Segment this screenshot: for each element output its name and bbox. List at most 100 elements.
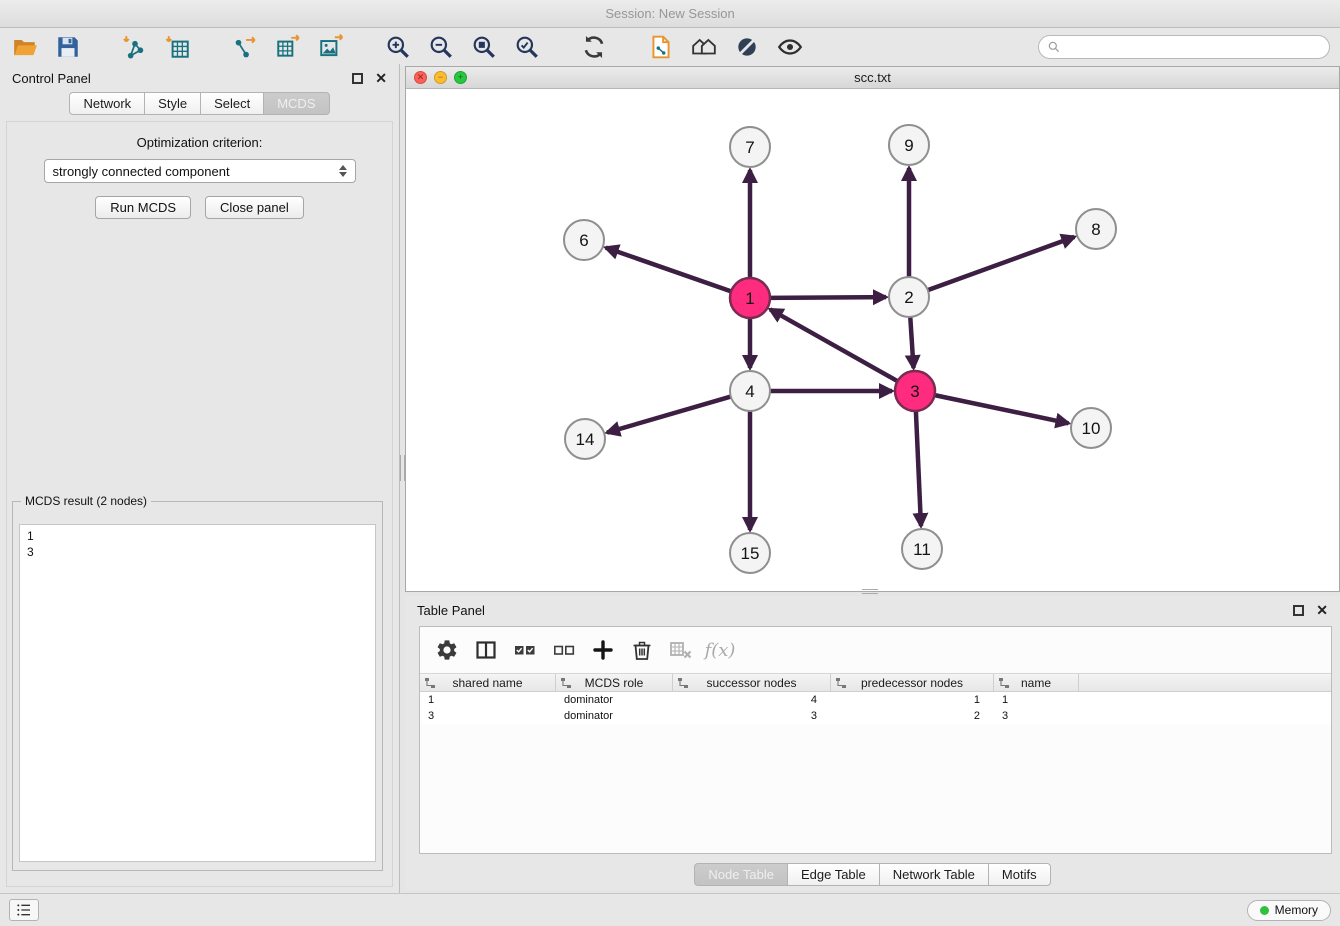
tab-network-table[interactable]: Network Table: [879, 863, 989, 886]
memory-label: Memory: [1275, 903, 1318, 917]
tab-select[interactable]: Select: [200, 92, 264, 115]
window-title: Session: New Session: [605, 6, 734, 21]
save-session-button[interactable]: [53, 32, 83, 62]
close-window-button[interactable]: ✕: [414, 71, 427, 84]
column-header-name[interactable]: name: [994, 674, 1079, 691]
tab-network[interactable]: Network: [69, 92, 145, 115]
zoom-in-icon: [385, 34, 411, 60]
tab-motifs[interactable]: Motifs: [988, 863, 1051, 886]
import-table-icon: [165, 34, 191, 60]
table-cell: 2: [831, 708, 994, 724]
table-cell: 1: [831, 692, 994, 708]
function-builder-button: f(x): [707, 637, 733, 663]
graph-node-label-11: 11: [913, 540, 931, 559]
show-graphics-button[interactable]: [775, 32, 805, 62]
add-column-button[interactable]: [590, 637, 616, 663]
table-panel-tabs: Node TableEdge TableNetwork TableMotifs: [405, 863, 1340, 886]
graph-node-label-7: 7: [745, 138, 754, 157]
graph-node-label-14: 14: [576, 430, 595, 449]
toolbar-buttons: [10, 32, 818, 62]
select-all-icon: [513, 638, 537, 662]
vertical-splitter-handle[interactable]: [400, 455, 405, 481]
list-icon: [16, 902, 32, 918]
column-header-successor-nodes[interactable]: successor nodes: [673, 674, 831, 691]
graph-node-label-8: 8: [1091, 220, 1100, 239]
control-panel-header: Control Panel ✕: [0, 64, 399, 92]
graph-node-label-15: 15: [741, 544, 760, 563]
edge-1-2[interactable]: [770, 297, 886, 298]
window-titlebar: Session: New Session: [0, 0, 1340, 28]
zoom-selected-button[interactable]: [512, 32, 542, 62]
table-cell: 4: [673, 692, 831, 708]
traffic-lights: ✕−+: [414, 67, 467, 88]
table-row[interactable]: 1dominator411: [420, 692, 1331, 708]
network-canvas[interactable]: 7968124314101511: [406, 89, 1339, 592]
export-image-button[interactable]: [316, 32, 346, 62]
zoom-fit-icon: [471, 34, 497, 60]
table-row[interactable]: 3dominator323: [420, 708, 1331, 724]
mcds-result-legend: MCDS result (2 nodes): [21, 494, 151, 508]
table-toolbar: f(x): [420, 627, 1331, 673]
table-panel-header: Table Panel ✕: [405, 596, 1340, 624]
zoom-out-button[interactable]: [426, 32, 456, 62]
import-table-button[interactable]: [163, 32, 193, 62]
horizontal-splitter-handle[interactable]: [862, 589, 878, 594]
float-panel-icon[interactable]: [352, 73, 363, 84]
column-header-label: name: [1021, 676, 1051, 690]
refresh-layout-button[interactable]: [579, 32, 609, 62]
task-history-button[interactable]: [9, 899, 39, 921]
import-network-icon: [122, 34, 148, 60]
zoom-fit-button[interactable]: [469, 32, 499, 62]
edge-4-14[interactable]: [607, 397, 731, 433]
fx-icon: f(x): [705, 640, 736, 661]
minimize-window-button[interactable]: −: [434, 71, 447, 84]
deselect-all-rows-button[interactable]: [551, 637, 577, 663]
edge-3-11[interactable]: [916, 411, 921, 526]
tab-edge-table[interactable]: Edge Table: [787, 863, 880, 886]
network-view-window: ✕−+ scc.txt 7968124314101511: [405, 66, 1340, 592]
import-network-button[interactable]: [120, 32, 150, 62]
select-all-rows-button[interactable]: [512, 637, 538, 663]
mcds-result-list[interactable]: 13: [19, 524, 376, 862]
memory-button[interactable]: Memory: [1247, 900, 1331, 921]
table-cell: 3: [994, 708, 1079, 724]
control-panel-tabs: NetworkStyleSelectMCDS: [0, 92, 399, 115]
graph-node-label-2: 2: [904, 288, 913, 307]
export-table-button[interactable]: [273, 32, 303, 62]
memory-status-dot: [1260, 906, 1269, 915]
tab-style[interactable]: Style: [144, 92, 201, 115]
edge-2-3[interactable]: [910, 317, 913, 368]
deselect-all-icon: [552, 638, 576, 662]
tab-mcds[interactable]: MCDS: [263, 92, 329, 115]
delete-column-button[interactable]: [629, 637, 655, 663]
zoom-in-button[interactable]: [383, 32, 413, 62]
hide-details-button[interactable]: [732, 32, 762, 62]
network-snapshot-button[interactable]: [646, 32, 676, 62]
edge-3-10[interactable]: [935, 395, 1069, 423]
float-table-panel-icon[interactable]: [1293, 605, 1304, 616]
table-cell: 1: [420, 692, 556, 708]
tab-node-table[interactable]: Node Table: [694, 863, 788, 886]
edge-3-1[interactable]: [770, 309, 898, 381]
edge-1-6[interactable]: [606, 248, 731, 292]
toggle-columns-button[interactable]: [473, 637, 499, 663]
zoom-out-icon: [428, 34, 454, 60]
edge-2-8[interactable]: [928, 237, 1075, 290]
delete-table-icon: [669, 638, 693, 662]
export-network-button[interactable]: [230, 32, 260, 62]
column-header-mcds-role[interactable]: MCDS role: [556, 674, 673, 691]
first-neighbors-button[interactable]: [689, 32, 719, 62]
close-table-panel-icon[interactable]: ✕: [1316, 603, 1328, 617]
close-panel-icon[interactable]: ✕: [375, 71, 387, 85]
table-settings-button[interactable]: [434, 637, 460, 663]
zoom-window-button[interactable]: +: [454, 71, 467, 84]
network-window-titlebar[interactable]: ✕−+ scc.txt: [406, 67, 1339, 89]
sort-icon: [424, 677, 436, 689]
column-header-predecessor-nodes[interactable]: predecessor nodes: [831, 674, 994, 691]
search-input[interactable]: [1067, 40, 1321, 55]
search-box[interactable]: [1038, 35, 1330, 59]
control-panel-title: Control Panel: [12, 71, 91, 86]
open-session-button[interactable]: [10, 32, 40, 62]
column-header-shared-name[interactable]: shared name: [420, 674, 556, 691]
node-table-card: f(x) shared nameMCDS rolesuccessor nodes…: [419, 626, 1332, 854]
